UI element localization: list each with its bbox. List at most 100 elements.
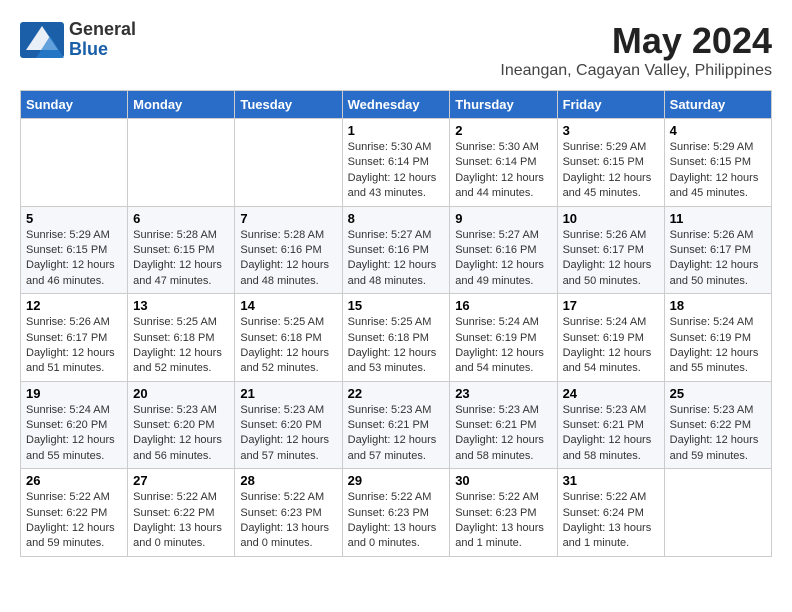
day-info: Sunrise: 5:23 AMSunset: 6:21 PMDaylight:… (455, 403, 551, 465)
calendar-cell: 26 Sunrise: 5:22 AMSunset: 6:22 PMDayligh… (21, 469, 128, 557)
logo-text: General Blue (69, 20, 136, 60)
day-number: 14 (240, 298, 336, 313)
day-number: 3 (563, 123, 659, 138)
day-info: Sunrise: 5:27 AMSunset: 6:16 PMDaylight:… (348, 228, 445, 290)
day-info: Sunrise: 5:22 AMSunset: 6:22 PMDaylight:… (133, 490, 229, 552)
day-number: 17 (563, 298, 659, 313)
day-info: Sunrise: 5:22 AMSunset: 6:23 PMDaylight:… (348, 490, 445, 552)
calendar-cell: 23 Sunrise: 5:23 AMSunset: 6:21 PMDayligh… (450, 381, 557, 469)
logo-icon (20, 22, 64, 58)
day-info: Sunrise: 5:26 AMSunset: 6:17 PMDaylight:… (26, 315, 122, 377)
day-info: Sunrise: 5:28 AMSunset: 6:15 PMDaylight:… (133, 228, 229, 290)
day-info: Sunrise: 5:23 AMSunset: 6:21 PMDaylight:… (563, 403, 659, 465)
day-number: 11 (670, 211, 766, 226)
day-info: Sunrise: 5:27 AMSunset: 6:16 PMDaylight:… (455, 228, 551, 290)
calendar-cell: 16Sunrise: 5:24 AMSunset: 6:19 PMDayligh… (450, 294, 557, 382)
calendar-cell: 11 Sunrise: 5:26 AMSunset: 6:17 PMDayligh… (664, 206, 771, 294)
day-info: Sunrise: 5:26 AMSunset: 6:17 PMDaylight:… (563, 228, 659, 290)
day-number: 15 (348, 298, 445, 313)
page-header: General Blue May 2024 Ineangan, Cagayan … (20, 20, 772, 80)
day-info: Sunrise: 5:25 AMSunset: 6:18 PMDaylight:… (240, 315, 336, 377)
day-number: 23 (455, 386, 551, 401)
header-thursday: Thursday (450, 91, 557, 119)
day-number: 2 (455, 123, 551, 138)
logo-general: General (69, 20, 136, 40)
calendar-table: Sunday Monday Tuesday Wednesday Thursday… (20, 90, 772, 557)
logo: General Blue (20, 20, 136, 60)
day-info: Sunrise: 5:28 AMSunset: 6:16 PMDaylight:… (240, 228, 336, 290)
calendar-cell: 5 Sunrise: 5:29 AMSunset: 6:15 PMDaylight… (21, 206, 128, 294)
calendar-cell: 15 Sunrise: 5:25 AMSunset: 6:18 PMDayligh… (342, 294, 450, 382)
calendar-cell: 21Sunrise: 5:23 AMSunset: 6:20 PMDayligh… (235, 381, 342, 469)
day-info: Sunrise: 5:30 AMSunset: 6:14 PMDaylight:… (348, 140, 445, 202)
location-title: Ineangan, Cagayan Valley, Philippines (500, 62, 772, 80)
day-info: Sunrise: 5:25 AMSunset: 6:18 PMDaylight:… (348, 315, 445, 377)
day-info: Sunrise: 5:23 AMSunset: 6:21 PMDaylight:… (348, 403, 445, 465)
header-monday: Monday (128, 91, 235, 119)
calendar-cell: 14 Sunrise: 5:25 AMSunset: 6:18 PMDayligh… (235, 294, 342, 382)
header-tuesday: Tuesday (235, 91, 342, 119)
day-info: Sunrise: 5:29 AMSunset: 6:15 PMDaylight:… (26, 228, 122, 290)
day-number: 26 (26, 473, 122, 488)
title-section: May 2024 Ineangan, Cagayan Valley, Phili… (500, 20, 772, 80)
calendar-cell: 2 Sunrise: 5:30 AMSunset: 6:14 PMDaylight… (450, 119, 557, 207)
calendar-cell (128, 119, 235, 207)
day-info: Sunrise: 5:22 AMSunset: 6:22 PMDaylight:… (26, 490, 122, 552)
day-info: Sunrise: 5:30 AMSunset: 6:14 PMDaylight:… (455, 140, 551, 202)
calendar-cell: 24 Sunrise: 5:23 AMSunset: 6:21 PMDayligh… (557, 381, 664, 469)
day-info: Sunrise: 5:24 AMSunset: 6:19 PMDaylight:… (670, 315, 766, 377)
calendar-cell: 18 Sunrise: 5:24 AMSunset: 6:19 PMDayligh… (664, 294, 771, 382)
calendar-week-2: 5 Sunrise: 5:29 AMSunset: 6:15 PMDaylight… (21, 206, 772, 294)
day-number: 27 (133, 473, 229, 488)
calendar-cell: 19 Sunrise: 5:24 AMSunset: 6:20 PMDayligh… (21, 381, 128, 469)
day-number: 12 (26, 298, 122, 313)
calendar-cell: 7 Sunrise: 5:28 AMSunset: 6:16 PMDaylight… (235, 206, 342, 294)
calendar-cell: 6Sunrise: 5:28 AMSunset: 6:15 PMDaylight… (128, 206, 235, 294)
calendar-cell: 28 Sunrise: 5:22 AMSunset: 6:23 PMDayligh… (235, 469, 342, 557)
calendar-week-3: 12 Sunrise: 5:26 AMSunset: 6:17 PMDayligh… (21, 294, 772, 382)
day-number: 31 (563, 473, 659, 488)
calendar-week-4: 19 Sunrise: 5:24 AMSunset: 6:20 PMDayligh… (21, 381, 772, 469)
day-number: 19 (26, 386, 122, 401)
day-info: Sunrise: 5:24 AMSunset: 6:19 PMDaylight:… (455, 315, 551, 377)
day-info: Sunrise: 5:22 AMSunset: 6:24 PMDaylight:… (563, 490, 659, 552)
calendar-cell: 1 Sunrise: 5:30 AMSunset: 6:14 PMDaylight… (342, 119, 450, 207)
calendar-header: Sunday Monday Tuesday Wednesday Thursday… (21, 91, 772, 119)
day-number: 5 (26, 211, 122, 226)
calendar-week-1: 1 Sunrise: 5:30 AMSunset: 6:14 PMDaylight… (21, 119, 772, 207)
day-number: 20 (133, 386, 229, 401)
calendar-cell: 10 Sunrise: 5:26 AMSunset: 6:17 PMDayligh… (557, 206, 664, 294)
calendar-cell: 17 Sunrise: 5:24 AMSunset: 6:19 PMDayligh… (557, 294, 664, 382)
calendar-cell: 13Sunrise: 5:25 AMSunset: 6:18 PMDayligh… (128, 294, 235, 382)
day-info: Sunrise: 5:23 AMSunset: 6:20 PMDaylight:… (133, 403, 229, 465)
day-info: Sunrise: 5:29 AMSunset: 6:15 PMDaylight:… (670, 140, 766, 202)
day-number: 25 (670, 386, 766, 401)
calendar-cell: 25 Sunrise: 5:23 AMSunset: 6:22 PMDayligh… (664, 381, 771, 469)
header-saturday: Saturday (664, 91, 771, 119)
day-info: Sunrise: 5:29 AMSunset: 6:15 PMDaylight:… (563, 140, 659, 202)
month-title: May 2024 (500, 20, 772, 62)
day-info: Sunrise: 5:24 AMSunset: 6:19 PMDaylight:… (563, 315, 659, 377)
calendar-cell: 22 Sunrise: 5:23 AMSunset: 6:21 PMDayligh… (342, 381, 450, 469)
day-number: 7 (240, 211, 336, 226)
day-number: 24 (563, 386, 659, 401)
day-number: 8 (348, 211, 445, 226)
calendar-body: 1 Sunrise: 5:30 AMSunset: 6:14 PMDaylight… (21, 119, 772, 557)
header-sunday: Sunday (21, 91, 128, 119)
calendar-cell: 31 Sunrise: 5:22 AMSunset: 6:24 PMDayligh… (557, 469, 664, 557)
day-number: 28 (240, 473, 336, 488)
calendar-cell: 8 Sunrise: 5:27 AMSunset: 6:16 PMDaylight… (342, 206, 450, 294)
day-info: Sunrise: 5:22 AMSunset: 6:23 PMDaylight:… (455, 490, 551, 552)
day-info: Sunrise: 5:22 AMSunset: 6:23 PMDaylight:… (240, 490, 336, 552)
header-wednesday: Wednesday (342, 91, 450, 119)
day-number: 1 (348, 123, 445, 138)
day-number: 10 (563, 211, 659, 226)
calendar-week-5: 26 Sunrise: 5:22 AMSunset: 6:22 PMDayligh… (21, 469, 772, 557)
day-info: Sunrise: 5:23 AMSunset: 6:22 PMDaylight:… (670, 403, 766, 465)
calendar-cell: 12 Sunrise: 5:26 AMSunset: 6:17 PMDayligh… (21, 294, 128, 382)
day-info: Sunrise: 5:26 AMSunset: 6:17 PMDaylight:… (670, 228, 766, 290)
day-info: Sunrise: 5:24 AMSunset: 6:20 PMDaylight:… (26, 403, 122, 465)
calendar-cell: 3 Sunrise: 5:29 AMSunset: 6:15 PMDaylight… (557, 119, 664, 207)
day-number: 18 (670, 298, 766, 313)
day-number: 22 (348, 386, 445, 401)
